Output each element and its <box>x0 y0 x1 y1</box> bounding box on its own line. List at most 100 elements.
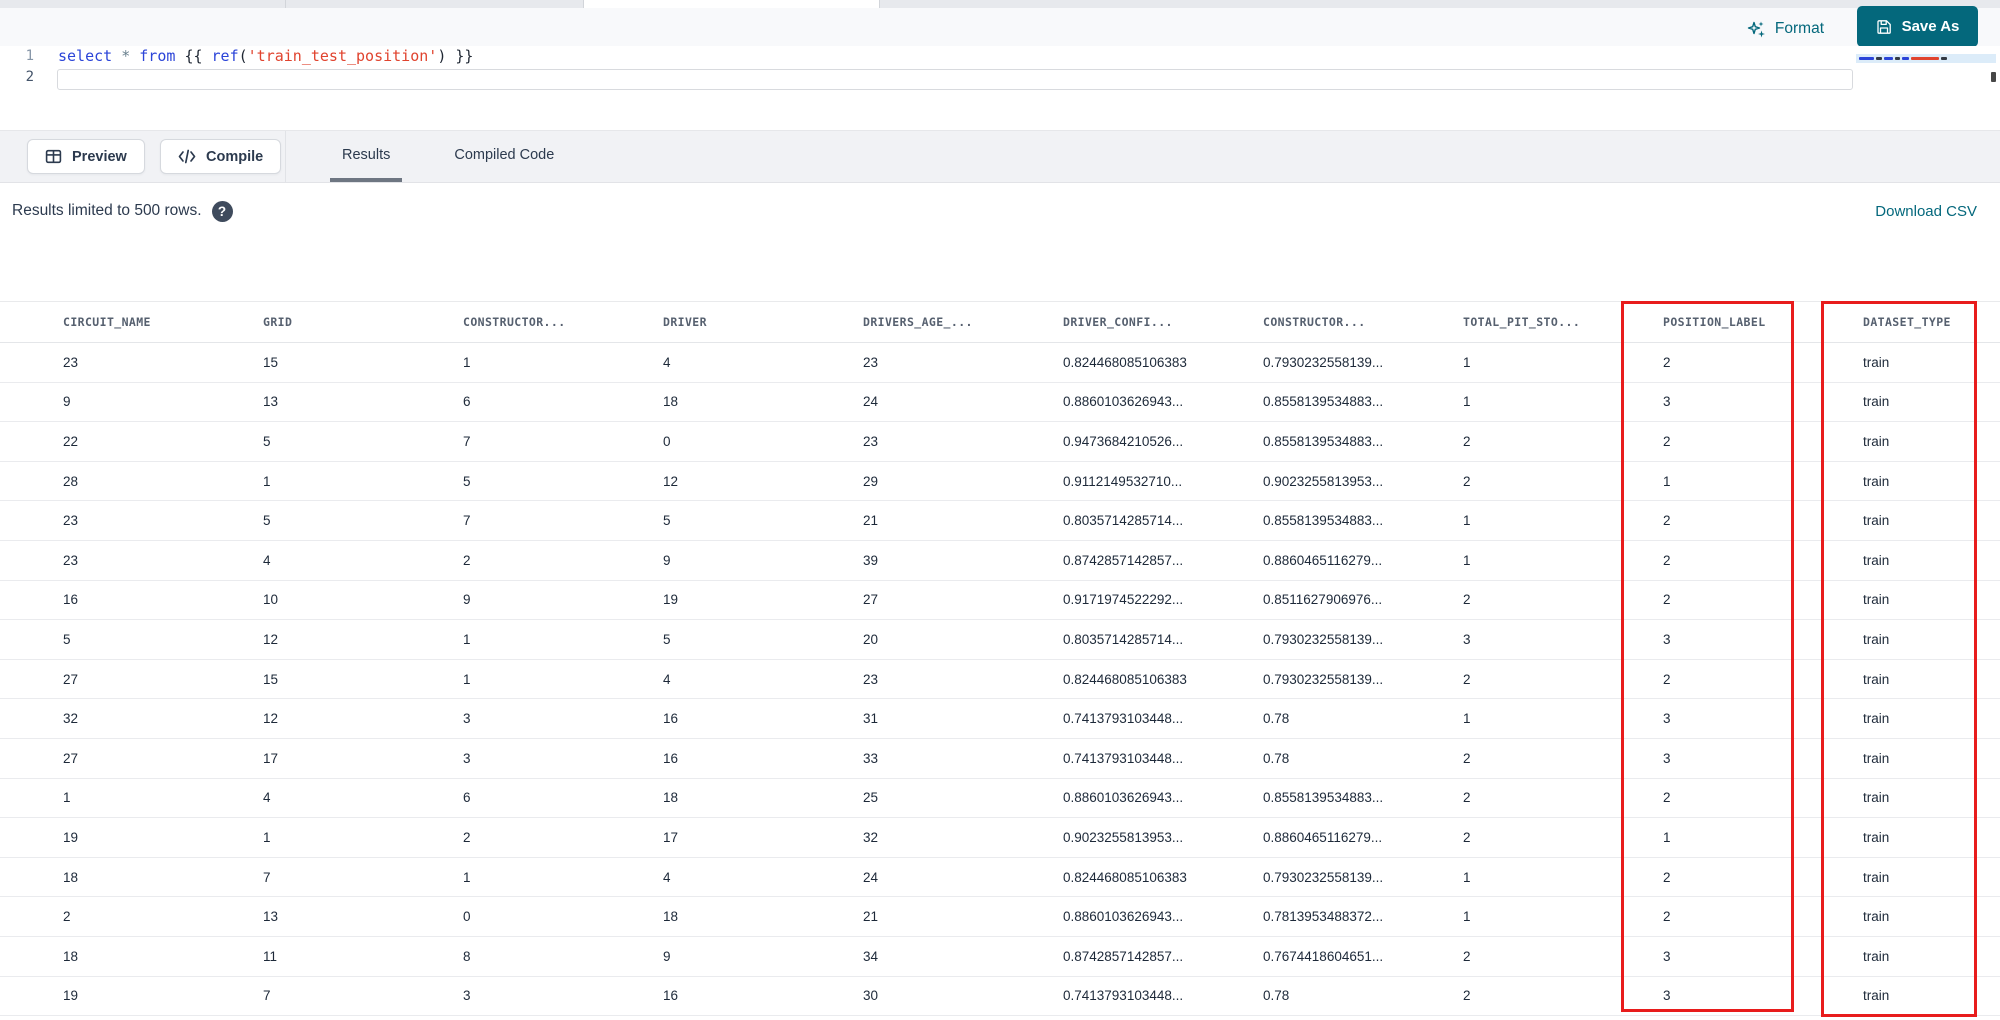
code-token-function: ref <box>211 47 239 65</box>
table-cell: 1 <box>1463 909 1471 925</box>
table-cell: 4 <box>263 790 271 806</box>
results-limit-message: Results limited to 500 rows. <box>12 202 202 219</box>
table-cell: 23 <box>863 354 879 370</box>
table-cell: 3 <box>1463 631 1471 647</box>
table-cell: 0.8558139534883... <box>1263 790 1384 806</box>
table-cell: 0.7930232558139... <box>1263 354 1384 370</box>
table-cell: 2 <box>63 909 71 925</box>
table-cell: 17 <box>263 750 279 766</box>
table-cell: 2 <box>1463 988 1471 1004</box>
table-cell: train <box>1863 671 1890 687</box>
table-cell: 0.824468085106383 <box>1063 671 1187 687</box>
table-cell: 15 <box>263 354 279 370</box>
download-csv-link[interactable]: Download CSV <box>1875 203 1977 220</box>
table-cell: 39 <box>863 552 879 568</box>
table-cell: 0.7413793103448... <box>1063 711 1184 727</box>
line-number-active: 2 <box>25 69 34 85</box>
code-token-brace: }} <box>446 47 474 65</box>
help-icon[interactable]: ? <box>211 200 233 222</box>
editor-toolbar: Format Save As <box>0 6 2000 47</box>
column-header: POSITION_LABEL <box>1663 315 1766 329</box>
table-cell: 20 <box>863 631 879 647</box>
table-cell: 0.8860103626943... <box>1063 790 1184 806</box>
table-cell: 2 <box>1663 552 1671 568</box>
table-cell: 0.7930232558139... <box>1263 671 1384 687</box>
code-token-brace: {{ <box>184 47 212 65</box>
format-button[interactable]: Format <box>1747 16 1824 42</box>
table-cell: 5 <box>263 513 271 529</box>
dbt-ide-editor-results-pane: Format Save As 1 2 select * from {{ ref(… <box>0 0 2000 1020</box>
table-cell: train <box>1863 513 1890 529</box>
column-header: DRIVER_CONFI... <box>1063 315 1173 329</box>
table-cell: 1 <box>1463 513 1471 529</box>
table-cell: 0.78 <box>1263 750 1290 766</box>
table-cell: 0.8558139534883... <box>1263 513 1384 529</box>
table-cell: 0.8860103626943... <box>1063 909 1184 925</box>
table-cell: 33 <box>863 750 879 766</box>
tab-compiled-code[interactable]: Compiled Code <box>442 131 566 182</box>
table-cell: 2 <box>1463 592 1471 608</box>
table-cell: 3 <box>463 711 471 727</box>
table-cell: 0.824468085106383 <box>1063 354 1187 370</box>
preview-button[interactable]: Preview <box>27 139 145 174</box>
table-cell: 0 <box>663 433 671 449</box>
code-line-1[interactable]: select * from {{ ref('train_test_positio… <box>58 46 473 67</box>
table-cell: 9 <box>63 394 71 410</box>
table-cell: 1 <box>463 671 471 687</box>
column-header: DRIVERS_AGE_... <box>863 315 973 329</box>
editor-minimap[interactable] <box>1856 52 1998 116</box>
table-cell: 1 <box>463 869 471 885</box>
table-cell: 2 <box>1463 948 1471 964</box>
table-cell: train <box>1863 909 1890 925</box>
table-cell: 16 <box>63 592 79 608</box>
table-cell: 5 <box>63 631 71 647</box>
table-cell: 1 <box>1463 869 1471 885</box>
table-cell: 2 <box>1463 473 1471 489</box>
table-row: 9 13 6 18 24 0.8860103626943... 0.855813953488… <box>0 382 2000 423</box>
table-cell: train <box>1863 948 1890 964</box>
table-cell: 0.824468085106383 <box>1063 869 1187 885</box>
editor-scrollbar[interactable] <box>1991 72 1996 82</box>
table-cell: 9 <box>463 592 471 608</box>
table-cell: 2 <box>1663 790 1671 806</box>
table-cell: 34 <box>863 948 879 964</box>
table-cell: 12 <box>663 473 679 489</box>
table-row: 16 10 9 19 27 0.9171974522292... 0.85116279069… <box>0 580 2000 621</box>
table-cell: 7 <box>463 513 471 529</box>
table-cell: 1 <box>1463 394 1471 410</box>
active-file-tab[interactable] <box>583 0 880 8</box>
table-cell: 2 <box>1663 433 1671 449</box>
table-cell: 5 <box>663 513 671 529</box>
code-token-plain: ) <box>437 47 447 65</box>
table-cell: 2 <box>1663 671 1671 687</box>
compile-button[interactable]: Compile <box>160 139 282 174</box>
table-cell: train <box>1863 592 1890 608</box>
table-cell: 1 <box>1463 552 1471 568</box>
table-cell: 2 <box>1663 513 1671 529</box>
table-cell: train <box>1863 631 1890 647</box>
table-cell: 2 <box>1663 592 1671 608</box>
table-cell: 17 <box>663 829 679 845</box>
column-header: CONSTRUCTOR... <box>1263 315 1366 329</box>
table-cell: 0.7413793103448... <box>1063 750 1184 766</box>
table-cell: 22 <box>63 433 79 449</box>
tab-results[interactable]: Results <box>330 131 403 182</box>
table-cell: train <box>1863 433 1890 449</box>
table-cell: 0.78 <box>1263 711 1290 727</box>
save-icon <box>1876 19 1891 34</box>
table-cell: 19 <box>663 592 679 608</box>
column-header: GRID <box>263 315 293 329</box>
table-cell: 28 <box>63 473 79 489</box>
table-cell: 0.8035714285714... <box>1063 631 1184 647</box>
active-line-box[interactable] <box>57 69 1853 90</box>
save-as-button[interactable]: Save As <box>1857 6 1978 47</box>
table-cell: 0.8860465116279... <box>1263 552 1383 568</box>
table-cell: 9 <box>663 948 671 964</box>
table-row: 23 4 2 9 39 0.8742857142857... 0.8860465116279… <box>0 540 2000 581</box>
table-cell: 0.8860103626943... <box>1063 394 1184 410</box>
code-editor[interactable]: 1 2 select * from {{ ref('train_test_pos… <box>0 46 2000 130</box>
table-cell: 0.8742857142857... <box>1063 552 1184 568</box>
table-cell: 0.9171974522292... <box>1063 592 1184 608</box>
